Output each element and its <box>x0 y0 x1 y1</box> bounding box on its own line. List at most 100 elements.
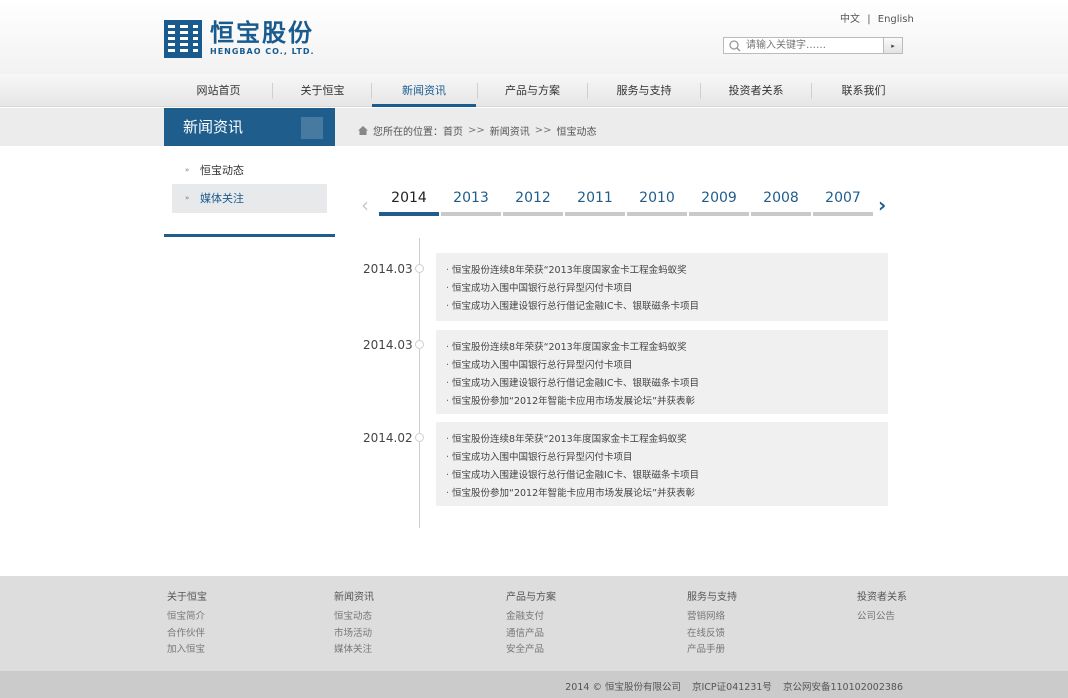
footer-link[interactable]: 产品手册 <box>687 642 737 659</box>
logo[interactable]: 恒宝股份 HENGBAO CO., LTD. <box>164 20 315 60</box>
timeline-date: 2014.03 <box>363 338 413 352</box>
sidebar-item-label: 恒宝动态 <box>200 164 244 177</box>
footer-heading[interactable]: 产品与方案 <box>506 591 556 605</box>
timeline-dot <box>415 340 424 349</box>
footer-link[interactable]: 媒体关注 <box>334 642 374 659</box>
news-link[interactable]: 恒宝股份参加“2012年智能卡应用市场发展论坛”并获表彰 <box>446 393 888 411</box>
police-record[interactable]: 京公网安备110102002386 <box>783 682 903 693</box>
timeline-date: 2014.03 <box>363 262 413 276</box>
nav-news[interactable]: 新闻资讯 <box>372 74 476 107</box>
tab-year[interactable]: 2011 <box>565 186 625 218</box>
brand-english: HENGBAO CO., LTD. <box>210 47 315 56</box>
nav-service[interactable]: 服务与支持 <box>588 74 700 107</box>
news-link[interactable]: 恒宝成功入围建设银行总行借记金融IC卡、银联磁条卡项目 <box>446 375 888 393</box>
sidebar-item-label: 媒体关注 <box>200 192 244 205</box>
news-link[interactable]: 恒宝股份参加“2012年智能卡应用市场发展论坛”并获表彰 <box>446 485 888 503</box>
copyright: 2014 © 恒宝股份有限公司 京ICP证041231号 京公网安备110102… <box>557 679 903 693</box>
tab-year[interactable]: 2010 <box>627 186 687 218</box>
chevron-left-icon[interactable]: ‹ <box>361 195 369 215</box>
tab-year[interactable]: 2013 <box>441 186 501 218</box>
news-link[interactable]: 恒宝成功入围中国银行总行异型闪付卡项目 <box>446 449 888 467</box>
site-header: 恒宝股份 HENGBAO CO., LTD. 中文 | English ▸ <box>0 0 1068 74</box>
icp-license[interactable]: 京ICP证041231号 <box>692 682 772 693</box>
section-mark-icon <box>301 117 323 139</box>
footer-heading[interactable]: 服务与支持 <box>687 591 737 605</box>
news-link[interactable]: 恒宝股份连续8年荣获“2013年度国家金卡工程金蚂蚁奖 <box>446 262 888 280</box>
copyright-text: 2014 © 恒宝股份有限公司 <box>565 682 681 693</box>
site-footer: 关于恒宝 恒宝简介 合作伙伴 加入恒宝 新闻资讯 恒宝动态 市场活动 媒体关注 … <box>0 576 1068 671</box>
timeline-dot <box>415 433 424 442</box>
news-link[interactable]: 恒宝成功入围建设银行总行借记金融IC卡、银联磁条卡项目 <box>446 467 888 485</box>
section-title: 新闻资讯 <box>164 108 335 146</box>
footer-heading[interactable]: 关于恒宝 <box>167 591 207 605</box>
tab-year[interactable]: 2008 <box>751 186 811 218</box>
footer-link[interactable]: 恒宝简介 <box>167 609 207 626</box>
language-switch: 中文 | English <box>838 10 916 25</box>
footer-link[interactable]: 安全产品 <box>506 642 556 659</box>
tab-year[interactable]: 2012 <box>503 186 563 218</box>
year-tabs: ‹ 2014 2013 2012 2011 2010 2009 2008 200… <box>361 186 891 220</box>
footer-link[interactable]: 合作伙伴 <box>167 626 207 643</box>
footer-heading[interactable]: 投资者关系 <box>857 591 907 605</box>
sidebar-item-media[interactable]: » 媒体关注 <box>172 184 327 213</box>
sidebar-item-company-news[interactable]: » 恒宝动态 <box>172 156 327 185</box>
footer-column-investors: 投资者关系 公司公告 <box>857 591 907 626</box>
sidebar: » 恒宝动态 » 媒体关注 <box>164 146 335 237</box>
footer-link[interactable]: 恒宝动态 <box>334 609 374 626</box>
nav-products[interactable]: 产品与方案 <box>478 74 587 107</box>
footer-heading[interactable]: 新闻资讯 <box>334 591 374 605</box>
brand-name: 恒宝股份 <box>210 19 314 47</box>
footer-link[interactable]: 加入恒宝 <box>167 642 207 659</box>
main-nav: 网站首页 关于恒宝 新闻资讯 产品与方案 服务与支持 投资者关系 联系我们 <box>0 74 1068 107</box>
year-label: 2009 <box>701 190 737 206</box>
breadcrumb-separator: >> <box>534 125 552 136</box>
logo-mark-icon <box>164 20 202 58</box>
year-label: 2011 <box>577 190 613 206</box>
footer-link[interactable]: 在线反馈 <box>687 626 737 643</box>
timeline-date: 2014.02 <box>363 431 413 445</box>
lang-chinese[interactable]: 中文 <box>840 14 860 25</box>
year-label: 2010 <box>639 190 675 206</box>
search-input[interactable] <box>746 38 883 53</box>
footer-link[interactable]: 金融支付 <box>506 609 556 626</box>
news-link[interactable]: 恒宝股份连续8年荣获“2013年度国家金卡工程金蚂蚁奖 <box>446 431 888 449</box>
footer-link[interactable]: 通信产品 <box>506 626 556 643</box>
year-label: 2007 <box>825 190 861 206</box>
footer-column-news: 新闻资讯 恒宝动态 市场活动 媒体关注 <box>334 591 374 659</box>
footer-link[interactable]: 公司公告 <box>857 609 907 626</box>
search-button[interactable]: ▸ <box>883 38 902 53</box>
lang-separator: | <box>867 14 871 25</box>
year-label: 2008 <box>763 190 799 206</box>
nav-about[interactable]: 关于恒宝 <box>273 74 372 107</box>
copyright-bar: 2014 © 恒宝股份有限公司 京ICP证041231号 京公网安备110102… <box>0 671 1068 698</box>
lang-english[interactable]: English <box>878 14 914 25</box>
timeline-entry: 恒宝股份连续8年荣获“2013年度国家金卡工程金蚂蚁奖 恒宝成功入围中国银行总行… <box>436 422 888 506</box>
breadcrumb-current: 恒宝动态 <box>556 127 597 138</box>
timeline-dot <box>415 264 424 273</box>
double-arrow-icon: » <box>185 194 190 202</box>
breadcrumb-prefix: 您所在的位置： <box>373 127 443 138</box>
footer-link[interactable]: 营销网络 <box>687 609 737 626</box>
tab-year[interactable]: 2007 <box>813 186 873 218</box>
double-arrow-icon: » <box>185 166 190 174</box>
search-box: ▸ <box>723 37 903 54</box>
tab-year[interactable]: 2014 <box>379 186 439 218</box>
news-link[interactable]: 恒宝成功入围中国银行总行异型闪付卡项目 <box>446 280 888 298</box>
timeline-entry: 恒宝股份连续8年荣获“2013年度国家金卡工程金蚂蚁奖 恒宝成功入围中国银行总行… <box>436 253 888 321</box>
nav-contact[interactable]: 联系我们 <box>812 74 915 107</box>
nav-investors[interactable]: 投资者关系 <box>701 74 811 107</box>
news-link[interactable]: 恒宝成功入围中国银行总行异型闪付卡项目 <box>446 357 888 375</box>
footer-link[interactable]: 市场活动 <box>334 626 374 643</box>
chevron-right-icon[interactable]: › <box>878 195 886 215</box>
tab-year[interactable]: 2009 <box>689 186 749 218</box>
breadcrumb-news[interactable]: 新闻资讯 <box>490 123 530 138</box>
news-link[interactable]: 恒宝成功入围建设银行总行借记金融IC卡、银联磁条卡项目 <box>446 298 888 316</box>
footer-column-about: 关于恒宝 恒宝简介 合作伙伴 加入恒宝 <box>167 591 207 659</box>
news-link[interactable]: 恒宝股份连续8年荣获“2013年度国家金卡工程金蚂蚁奖 <box>446 339 888 357</box>
breadcrumb-home[interactable]: 首页 <box>443 123 463 138</box>
search-icon <box>724 38 746 53</box>
timeline-line <box>419 238 420 528</box>
breadcrumb: 您所在的位置： 首页 >> 新闻资讯 >> 恒宝动态 <box>358 123 597 138</box>
year-label: 2012 <box>515 190 551 206</box>
nav-home[interactable]: 网站首页 <box>164 74 273 107</box>
